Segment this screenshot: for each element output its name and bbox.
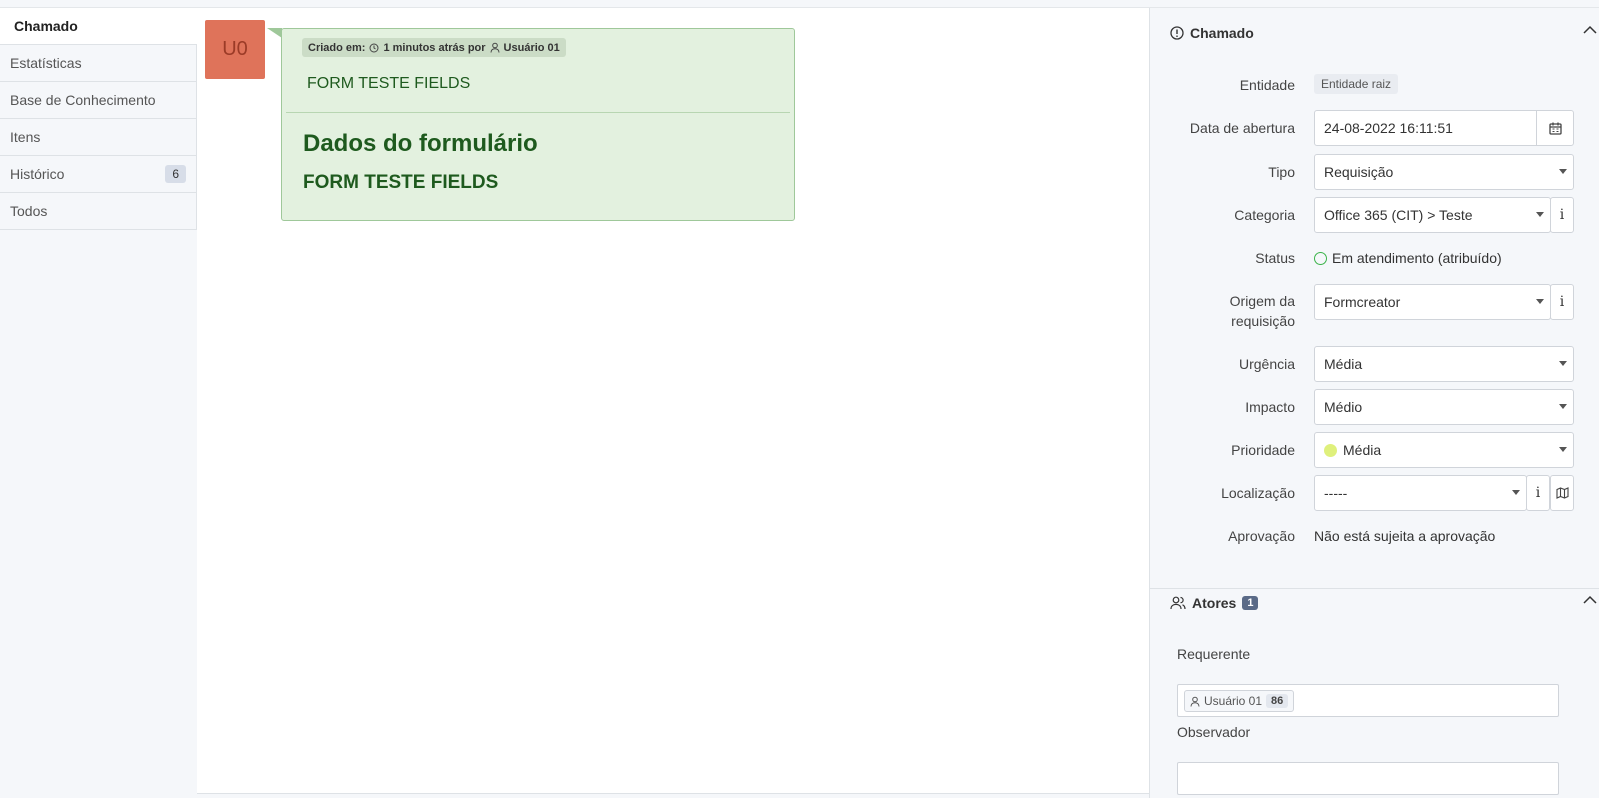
- section-header-atores[interactable]: Atores 1: [1170, 595, 1259, 611]
- impacto-value: Médio: [1324, 399, 1363, 415]
- chevron-up-icon[interactable]: [1583, 595, 1597, 605]
- divider: [286, 112, 790, 113]
- urgencia-value: Média: [1324, 356, 1363, 372]
- info-icon[interactable]: i: [1526, 475, 1550, 511]
- timeline-area: U0 Criado em: 1 minutos atrás por Usuári…: [197, 8, 1149, 794]
- top-bar: [0, 0, 1599, 8]
- requerente-label: Requerente: [1177, 646, 1251, 662]
- map-icon[interactable]: [1550, 475, 1574, 511]
- chevron-down-icon: [1536, 212, 1544, 217]
- section-divider: [1150, 588, 1599, 589]
- requerente-field[interactable]: Usuário 01 86: [1177, 684, 1559, 717]
- tab-label: Estatísticas: [10, 55, 82, 71]
- origem-label-line-2: requisição: [1231, 313, 1295, 329]
- date-value: 24-08-2022 16:11:51: [1324, 120, 1453, 136]
- origem-label: Origem da requisição: [1230, 291, 1295, 331]
- info-icon[interactable]: i: [1550, 197, 1574, 233]
- actor-name: Usuário 01: [1204, 694, 1263, 708]
- meta-user[interactable]: Usuário 01: [504, 42, 560, 54]
- meta-prefix: Criado em:: [308, 41, 366, 54]
- tipo-label: Tipo: [1268, 164, 1295, 180]
- localizacao-select[interactable]: -----: [1314, 475, 1527, 511]
- section-title: Atores: [1192, 595, 1237, 611]
- prioridade-select[interactable]: Média: [1314, 432, 1574, 468]
- form-subheading: FORM TESTE FIELDS: [303, 172, 499, 193]
- actors-count-badge: 1: [1242, 596, 1259, 610]
- tab-base-conhecimento[interactable]: Base de Conhecimento: [0, 82, 197, 119]
- categoria-select[interactable]: Office 365 (CIT) > Teste: [1314, 197, 1551, 233]
- tab-todos[interactable]: Todos: [0, 193, 197, 230]
- chevron-down-icon: [1512, 490, 1520, 495]
- section-title: Chamado: [1190, 25, 1254, 41]
- info-icon[interactable]: i: [1550, 284, 1574, 320]
- user-icon: [1190, 696, 1200, 707]
- creation-meta-badge: Criado em: 1 minutos atrás por Usuário 0…: [302, 38, 566, 57]
- localizacao-value: -----: [1324, 485, 1348, 501]
- tipo-value: Requisição: [1324, 164, 1394, 180]
- categoria-value: Office 365 (CIT) > Teste: [1324, 207, 1473, 223]
- priority-dot-icon: [1324, 443, 1337, 457]
- entidade-value: Entidade raiz: [1314, 74, 1399, 94]
- actor-chip[interactable]: Usuário 01 86: [1184, 690, 1295, 712]
- chevron-down-icon: [1559, 447, 1567, 452]
- tab-itens[interactable]: Itens: [0, 119, 197, 156]
- observador-label: Observador: [1177, 724, 1251, 740]
- data-abertura-label: Data de abertura: [1189, 120, 1295, 136]
- avatar[interactable]: U0: [205, 20, 265, 79]
- localizacao-label: Localização: [1221, 485, 1295, 501]
- tab-label: Chamado: [14, 18, 78, 34]
- data-abertura-input[interactable]: 24-08-2022 16:11:51: [1314, 110, 1574, 146]
- tab-estatisticas[interactable]: Estatísticas: [0, 45, 197, 82]
- tab-chamado[interactable]: Chamado: [0, 8, 197, 45]
- chevron-down-icon: [1559, 169, 1567, 174]
- status-label: Status: [1255, 250, 1295, 266]
- tipo-select[interactable]: Requisição: [1314, 154, 1574, 190]
- categoria-label: Categoria: [1234, 207, 1295, 223]
- prioridade-value: Média: [1343, 442, 1382, 458]
- status-text: Em atendimento (atribuído): [1332, 250, 1502, 266]
- calendar-icon[interactable]: [1536, 111, 1573, 145]
- aprovacao-value: Não está sujeita a aprovação: [1314, 528, 1496, 544]
- observador-field[interactable]: [1177, 762, 1559, 795]
- section-header-chamado[interactable]: Chamado: [1170, 25, 1254, 41]
- aprovacao-label: Aprovação: [1228, 528, 1295, 544]
- urgencia-select[interactable]: Média: [1314, 346, 1574, 382]
- entidade-label: Entidade: [1239, 77, 1295, 93]
- tab-label: Base de Conhecimento: [10, 92, 156, 108]
- status-circle-icon: [1314, 251, 1327, 265]
- origem-select[interactable]: Formcreator: [1314, 284, 1551, 320]
- urgencia-label: Urgência: [1238, 356, 1295, 372]
- prioridade-label: Prioridade: [1231, 442, 1295, 458]
- timeline-item: Criado em: 1 minutos atrás por Usuário 0…: [281, 28, 795, 221]
- chevron-down-icon: [1559, 404, 1567, 409]
- tab-label: Histórico: [10, 166, 65, 182]
- clock-icon: [369, 43, 379, 53]
- ticket-properties-panel: Chamado Entidade Entidade raiz Data de a…: [1149, 8, 1599, 798]
- users-icon: [1170, 596, 1186, 610]
- meta-time: 1 minutos atrás por: [383, 41, 486, 54]
- tab-label: Todos: [10, 203, 48, 219]
- chevron-down-icon: [1559, 361, 1567, 366]
- origem-value: Formcreator: [1324, 294, 1401, 310]
- origem-label-line-1: Origem da: [1229, 293, 1295, 309]
- ticket-tabs: Chamado Estatísticas Base de Conheciment…: [0, 8, 197, 230]
- form-heading: Dados do formulário: [303, 130, 538, 157]
- tab-label: Itens: [10, 129, 41, 145]
- chevron-down-icon: [1536, 299, 1544, 304]
- tab-historico[interactable]: Histórico 6: [0, 156, 197, 193]
- impacto-label: Impacto: [1245, 399, 1295, 415]
- exclamation-circle-icon: [1170, 26, 1184, 40]
- user-icon: [490, 42, 500, 53]
- chevron-up-icon[interactable]: [1583, 25, 1597, 35]
- actor-ticket-count: 86: [1266, 694, 1289, 708]
- ticket-title: FORM TESTE FIELDS: [307, 75, 471, 92]
- bubble-arrow: [267, 28, 282, 38]
- history-count-badge: 6: [165, 165, 186, 183]
- impacto-select[interactable]: Médio: [1314, 389, 1574, 425]
- status-value: Em atendimento (atribuído): [1314, 248, 1502, 268]
